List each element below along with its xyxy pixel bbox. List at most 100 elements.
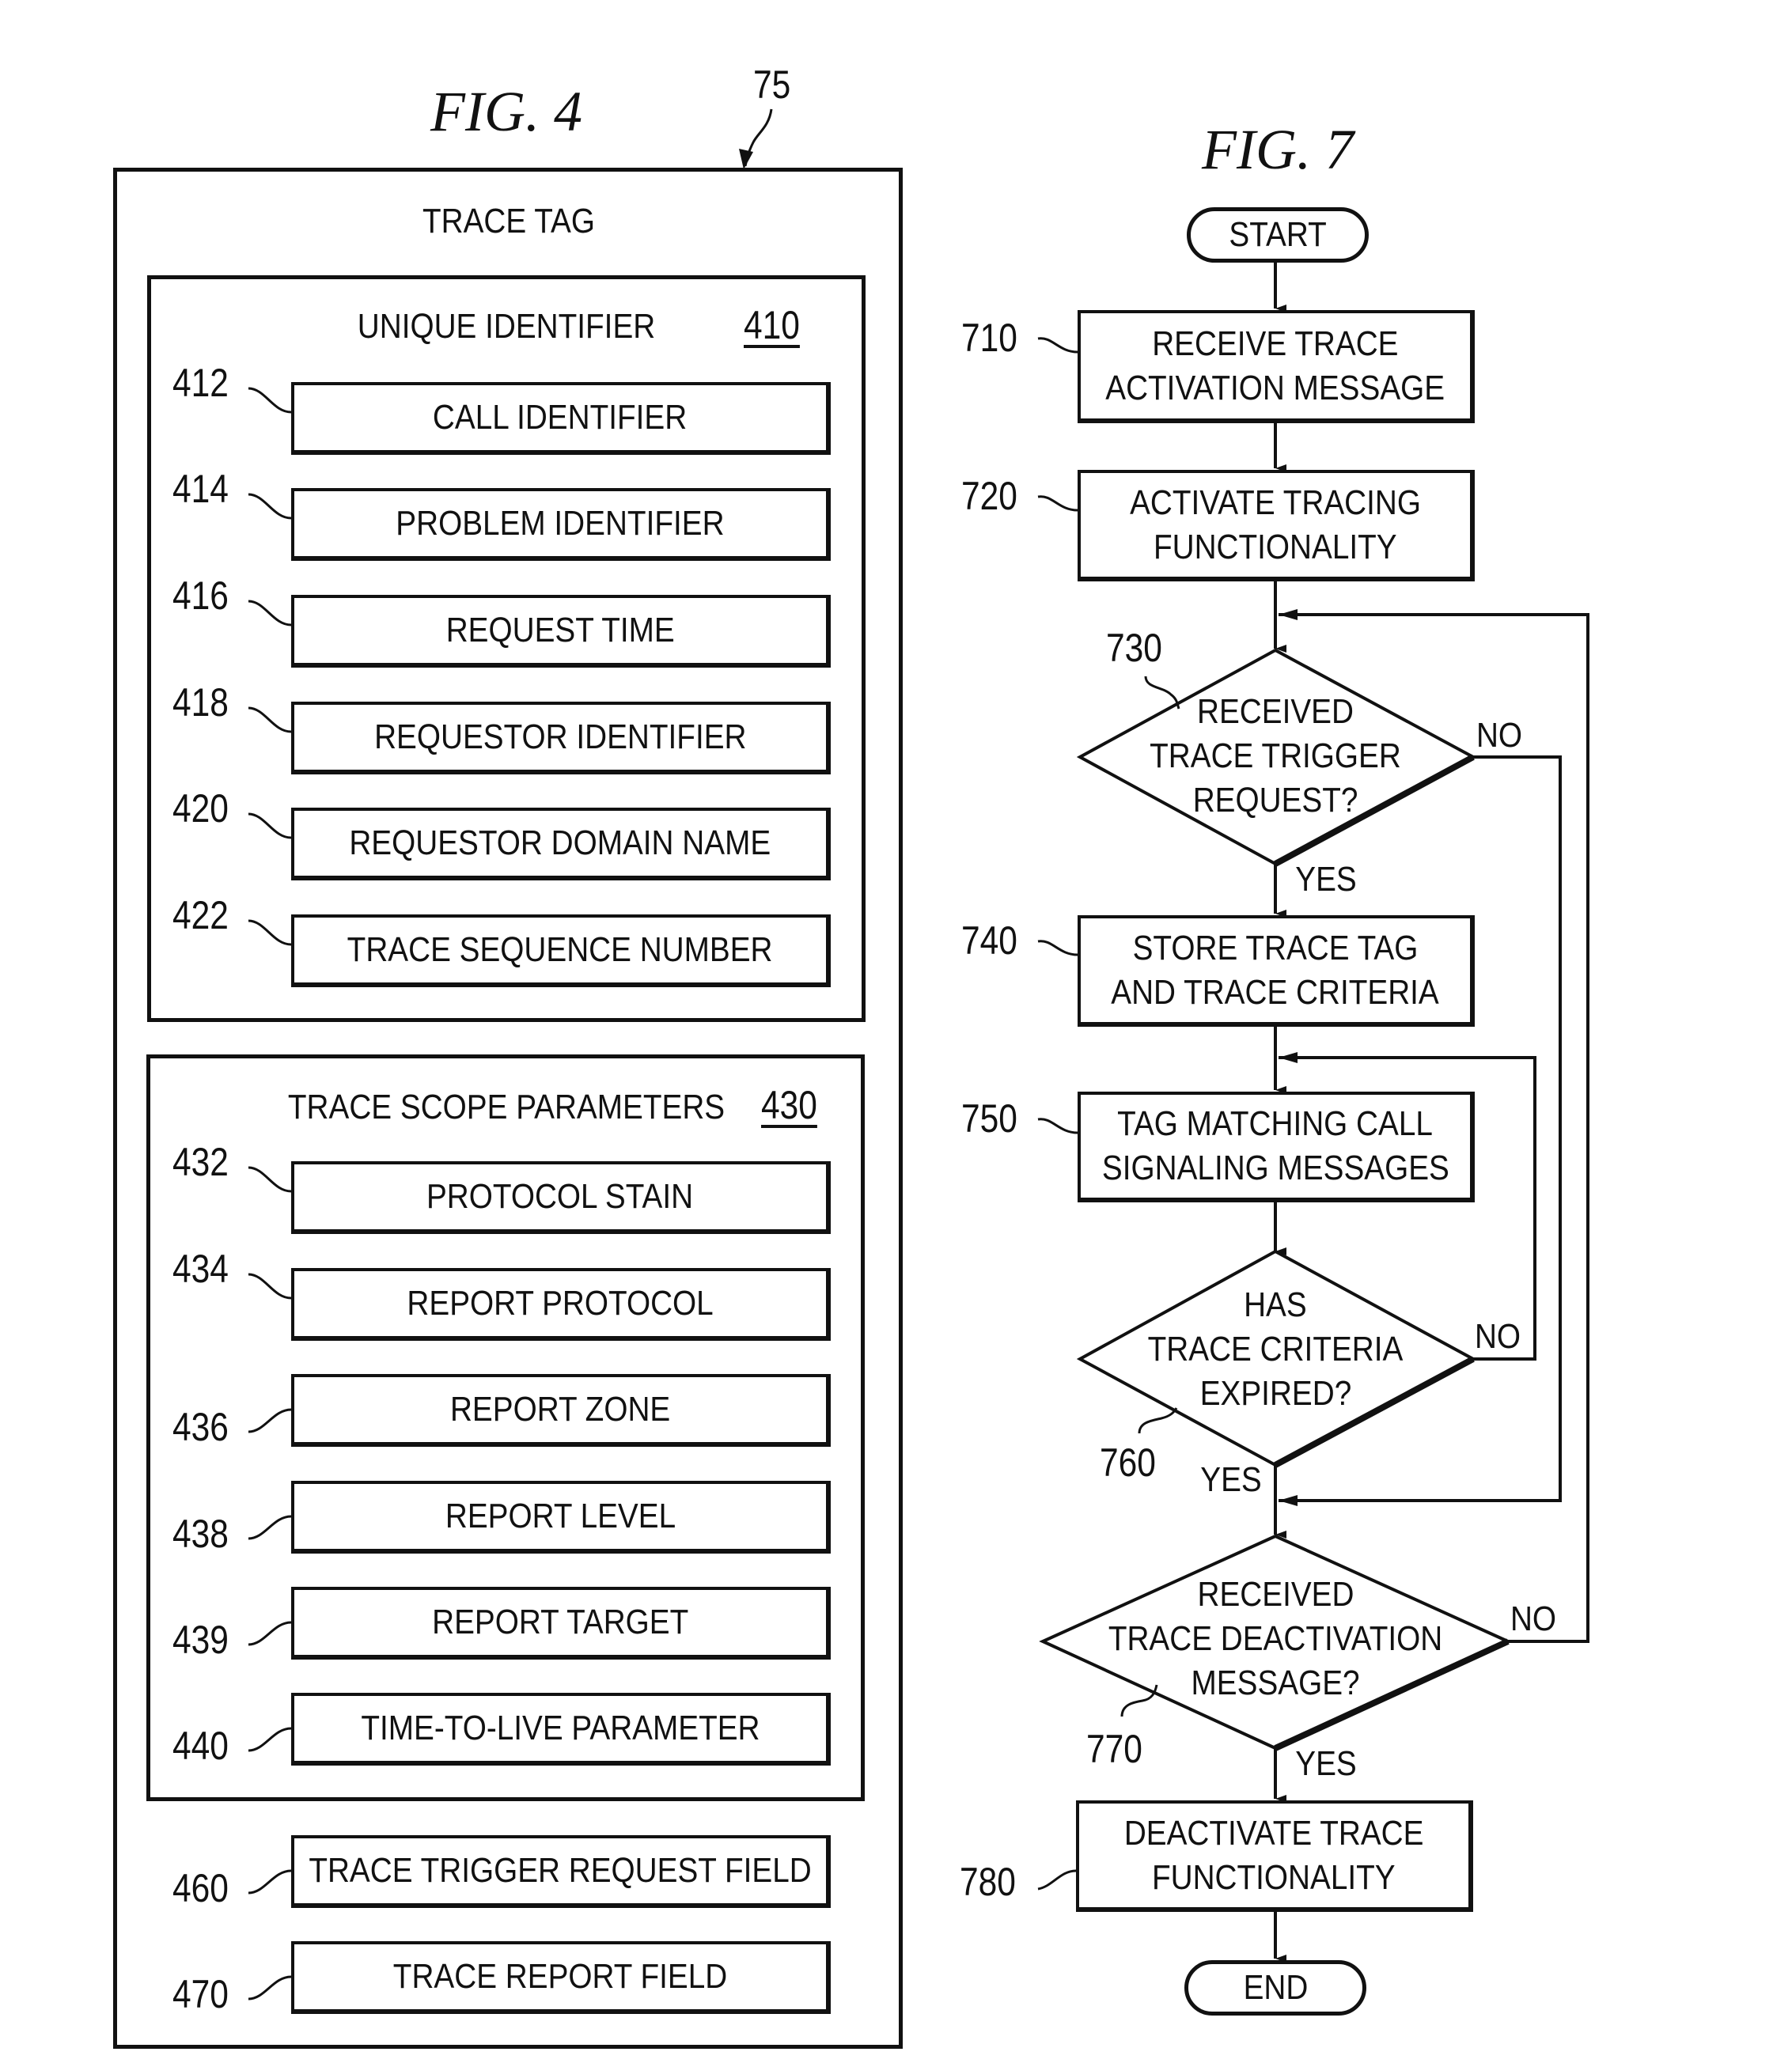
step-710-line2: ACTIVATION MESSAGE xyxy=(1105,368,1445,407)
decision-730-text: RECEIVED TRACE TRIGGER REQUEST? xyxy=(1132,690,1418,823)
uid-item-416-box: REQUEST TIME xyxy=(291,595,831,668)
decision-760-no-label: NO xyxy=(1474,1317,1521,1356)
decision-730-line3: REQUEST? xyxy=(1192,781,1358,820)
scope-item-438-box: REPORT LEVEL xyxy=(291,1481,831,1554)
step-710-box: RECEIVE TRACE ACTIVATION MESSAGE xyxy=(1078,310,1475,423)
start-label: START xyxy=(1229,215,1327,254)
scope-item-434-label: REPORT PROTOCOL xyxy=(407,1284,714,1323)
step-780-box: DEACTIVATE TRACE FUNCTIONALITY xyxy=(1076,1800,1473,1912)
scope-item-438-label: REPORT LEVEL xyxy=(445,1497,676,1535)
uid-item-414-box: PROBLEM IDENTIFIER xyxy=(291,488,831,561)
scope-item-440-box: TIME-TO-LIVE PARAMETER xyxy=(291,1693,831,1766)
step-720-line1: ACTIVATE TRACING xyxy=(1130,483,1421,522)
step-780-line2: FUNCTIONALITY xyxy=(1152,1857,1396,1897)
step-720-box: ACTIVATE TRACING FUNCTIONALITY xyxy=(1078,470,1475,581)
uid-item-412-label: CALL IDENTIFIER xyxy=(433,398,688,437)
decision-770-yes-label: YES xyxy=(1295,1744,1357,1783)
leader-740 xyxy=(1037,940,1078,956)
fig4-title: FIG. 4 xyxy=(430,80,582,143)
decision-730-line1: RECEIVED xyxy=(1197,692,1354,731)
start-terminal: START xyxy=(1187,207,1369,263)
trace-scope-ref: 430 xyxy=(761,1083,817,1127)
loop-arrowhead-730 xyxy=(1279,609,1298,620)
uid-item-418-box: REQUESTOR IDENTIFIER xyxy=(291,702,831,774)
leader-780 xyxy=(1037,1869,1077,1891)
scope-item-439-ref: 439 xyxy=(172,1618,229,1662)
decision-770-line1: RECEIVED xyxy=(1197,1575,1354,1614)
decision-730-line2: TRACE TRIGGER xyxy=(1150,736,1401,775)
leader-750 xyxy=(1037,1118,1078,1134)
uid-item-416-label: REQUEST TIME xyxy=(445,611,675,649)
leader-710 xyxy=(1037,337,1078,354)
decision-730-no-label: NO xyxy=(1476,716,1523,755)
decision-770-line2: TRACE DEACTIVATION xyxy=(1108,1619,1443,1658)
scope-item-432-box: PROTOCOL STAIN xyxy=(291,1161,831,1234)
end-label: END xyxy=(1243,1968,1308,2007)
field-460-label: TRACE TRIGGER REQUEST FIELD xyxy=(309,1851,812,1890)
uid-item-414-label: PROBLEM IDENTIFIER xyxy=(396,504,725,543)
step-720-line2: FUNCTIONALITY xyxy=(1154,527,1397,566)
scope-item-439-label: REPORT TARGET xyxy=(431,1603,689,1641)
step-780-ref: 780 xyxy=(960,1860,1016,1904)
decision-760-yes-label: YES xyxy=(1200,1460,1262,1499)
loop-arrowhead-750 xyxy=(1279,1052,1298,1063)
step-750-box: TAG MATCHING CALL SIGNALING MESSAGES xyxy=(1078,1092,1475,1202)
scope-item-440-ref: 440 xyxy=(172,1724,229,1768)
step-780-line1: DEACTIVATE TRACE xyxy=(1123,1813,1424,1853)
decision-770-text: RECEIVED TRACE DEACTIVATION MESSAGE? xyxy=(1085,1573,1465,1705)
uid-item-412-ref: 412 xyxy=(172,361,229,405)
decision-760-line2: TRACE CRITERIA xyxy=(1147,1330,1404,1368)
decision-770-no-label: NO xyxy=(1510,1599,1557,1638)
scope-item-436-label: REPORT ZONE xyxy=(449,1390,671,1429)
scope-item-436-ref: 436 xyxy=(172,1405,229,1449)
uid-item-422-label: TRACE SEQUENCE NUMBER xyxy=(347,930,773,969)
step-750-line2: SIGNALING MESSAGES xyxy=(1101,1149,1449,1187)
fig4-ref-75: 75 xyxy=(753,62,791,107)
scope-item-434-box: REPORT PROTOCOL xyxy=(291,1268,831,1341)
uid-item-418-ref: 418 xyxy=(172,680,229,725)
uid-item-414-ref: 414 xyxy=(172,467,229,511)
fig7-title: FIG. 7 xyxy=(1202,118,1354,181)
step-710-ref: 710 xyxy=(961,316,1017,360)
field-470-ref: 470 xyxy=(172,1972,229,2016)
decision-760-line1: HAS xyxy=(1244,1285,1307,1324)
scope-item-440-label: TIME-TO-LIVE PARAMETER xyxy=(360,1709,760,1747)
step-740-box: STORE TRACE TAG AND TRACE CRITERIA xyxy=(1078,915,1475,1027)
step-720-ref: 720 xyxy=(961,474,1017,518)
scope-item-434-ref: 434 xyxy=(172,1247,229,1291)
leader-720 xyxy=(1037,495,1078,512)
decision-730-ref: 730 xyxy=(1106,626,1162,670)
step-740-line2: AND TRACE CRITERIA xyxy=(1111,972,1440,1012)
scope-item-432-label: PROTOCOL STAIN xyxy=(426,1177,694,1216)
uid-item-422-ref: 422 xyxy=(172,893,229,937)
step-750-ref: 750 xyxy=(961,1096,1017,1141)
loop-arrowhead-770 xyxy=(1279,1495,1298,1506)
scope-item-432-ref: 432 xyxy=(172,1140,229,1184)
scope-item-439-box: REPORT TARGET xyxy=(291,1587,831,1660)
decision-730-yes-label: YES xyxy=(1295,860,1357,899)
uid-item-420-ref: 420 xyxy=(172,786,229,831)
uid-item-412-box: CALL IDENTIFIER xyxy=(291,382,831,455)
field-470-label: TRACE REPORT FIELD xyxy=(392,1957,728,1996)
decision-770-line3: MESSAGE? xyxy=(1191,1664,1360,1702)
step-740-line1: STORE TRACE TAG xyxy=(1132,928,1419,967)
unique-identifier-title: UNIQUE IDENTIFIER xyxy=(357,307,656,346)
field-460-box: TRACE TRIGGER REQUEST FIELD xyxy=(291,1835,831,1908)
uid-item-418-label: REQUESTOR IDENTIFIER xyxy=(373,717,747,756)
decision-760-line3: EXPIRED? xyxy=(1199,1374,1351,1413)
uid-item-416-ref: 416 xyxy=(172,573,229,618)
step-710-line1: RECEIVE TRACE xyxy=(1152,324,1399,363)
field-470-box: TRACE REPORT FIELD xyxy=(291,1941,831,2014)
uid-item-420-label: REQUESTOR DOMAIN NAME xyxy=(349,823,771,862)
uid-item-422-box: TRACE SEQUENCE NUMBER xyxy=(291,914,831,987)
scope-item-438-ref: 438 xyxy=(172,1512,229,1556)
decision-770-ref: 770 xyxy=(1086,1727,1142,1771)
decision-760-text: HAS TRACE CRITERIA EXPIRED? xyxy=(1131,1283,1421,1416)
step-740-ref: 740 xyxy=(961,918,1017,963)
field-460-ref: 460 xyxy=(172,1866,229,1910)
trace-scope-title: TRACE SCOPE PARAMETERS xyxy=(287,1088,726,1126)
uid-item-420-box: REQUESTOR DOMAIN NAME xyxy=(291,808,831,880)
decision-760-ref: 760 xyxy=(1100,1440,1156,1485)
end-terminal: END xyxy=(1184,1960,1366,2016)
scope-item-436-box: REPORT ZONE xyxy=(291,1374,831,1447)
